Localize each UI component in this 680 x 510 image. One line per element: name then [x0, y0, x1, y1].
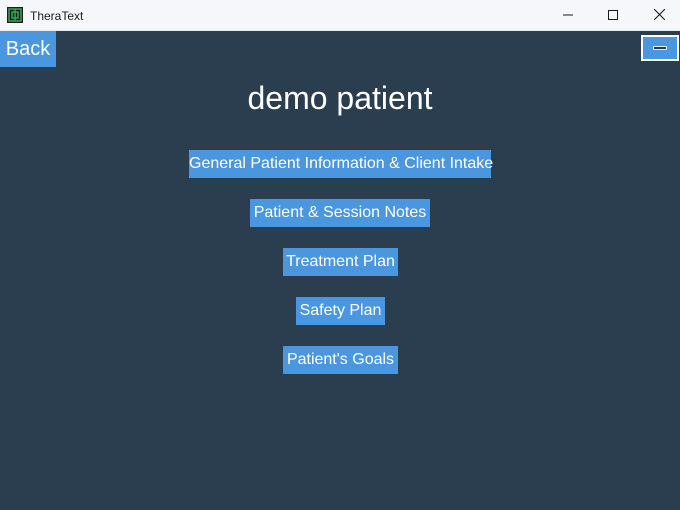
safety-plan-button[interactable]: Safety Plan: [296, 297, 385, 325]
toggle-button[interactable]: [641, 35, 679, 61]
patient-goals-button[interactable]: Patient's Goals: [283, 346, 398, 374]
toggle-icon: [653, 46, 667, 50]
session-notes-button[interactable]: Patient & Session Notes: [250, 199, 430, 227]
general-info-intake-button[interactable]: General Patient Information & Client Int…: [189, 150, 493, 178]
close-button[interactable]: [636, 0, 680, 31]
minimize-icon: [563, 7, 573, 25]
window-title: TheraText: [30, 9, 84, 23]
app-window: TheraText Back demo patient General Pati…: [0, 0, 680, 510]
treatment-plan-button[interactable]: Treatment Plan: [283, 248, 398, 276]
title-bar: TheraText: [0, 0, 680, 31]
minimize-button[interactable]: [545, 0, 591, 31]
app-icon: [7, 7, 23, 23]
patient-name-heading: demo patient: [247, 80, 433, 116]
maximize-button[interactable]: [590, 0, 636, 31]
maximize-icon: [608, 7, 618, 25]
close-icon: [653, 7, 665, 25]
back-button[interactable]: Back: [0, 31, 56, 67]
